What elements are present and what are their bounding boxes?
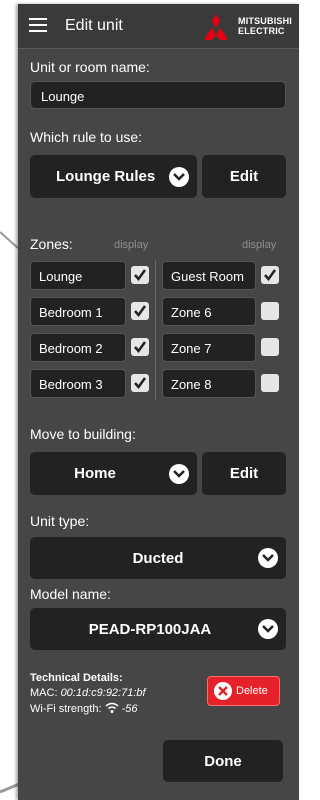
model-select[interactable]: PEAD-RP100JAA (30, 608, 286, 650)
zone-display-checkbox[interactable] (131, 266, 149, 284)
delete-button[interactable]: Delete (207, 676, 280, 706)
delete-label: Delete (236, 685, 268, 697)
done-button[interactable]: Done (163, 740, 283, 782)
top-bar: Edit unit MITSUBISHI ELECTRIC (18, 4, 299, 49)
zones-display-hint-left: display (114, 239, 149, 251)
building-label: Move to building: (30, 426, 136, 442)
page-title: Edit unit (65, 17, 123, 34)
checkmark-icon (134, 377, 147, 390)
chevron-down-icon (258, 619, 278, 639)
zone-display-checkbox[interactable] (261, 374, 279, 392)
wifi-value: -56 (121, 703, 138, 715)
checkmark-icon (264, 269, 277, 282)
building-select[interactable]: Home (30, 452, 197, 495)
zone-name-input[interactable]: Bedroom 3 (30, 369, 126, 398)
rule-edit-button[interactable]: Edit (202, 155, 286, 198)
mac-value: 00:1d:c9:92:71:bf (60, 687, 146, 699)
zone-name-input[interactable]: Zone 7 (162, 333, 256, 362)
zones-divider (155, 260, 156, 400)
wifi-label: Wi-Fi strength: (30, 703, 102, 715)
chevron-down-icon (169, 167, 189, 187)
zone-name-input[interactable]: Zone 6 (162, 297, 256, 326)
zone-display-checkbox[interactable] (131, 374, 149, 392)
rule-label: Which rule to use: (30, 129, 143, 145)
building-selected: Home (74, 465, 116, 482)
zone-display-checkbox[interactable] (261, 302, 279, 320)
mac-label: MAC: (30, 687, 58, 699)
zone-display-checkbox[interactable] (261, 266, 279, 284)
model-selected: PEAD-RP100JAA (88, 621, 212, 638)
wifi-icon (105, 702, 119, 713)
chevron-down-icon (258, 548, 278, 568)
zones-label: Zones: (30, 236, 73, 252)
zone-name-input[interactable]: Guest Room (162, 261, 256, 290)
technical-heading: Technical Details: (30, 672, 123, 684)
menu-icon[interactable] (29, 18, 47, 33)
zone-display-checkbox[interactable] (131, 338, 149, 356)
mitsubishi-logo: MITSUBISHI ELECTRIC (199, 13, 293, 41)
zone-display-checkbox[interactable] (261, 338, 279, 356)
unit-type-select[interactable]: Ducted (30, 537, 286, 579)
building-edit-button[interactable]: Edit (202, 452, 286, 495)
checkmark-icon (134, 269, 147, 282)
rule-selected: Lounge Rules (56, 168, 156, 185)
model-label: Model name: (30, 586, 111, 602)
close-icon (214, 682, 232, 700)
unit-name-input[interactable]: Lounge (30, 81, 286, 109)
brand-line-2: ELECTRIC (238, 26, 285, 36)
chevron-down-icon (169, 464, 189, 484)
zone-name-input[interactable]: Bedroom 2 (30, 333, 126, 362)
unit-name-label: Unit or room name: (30, 59, 150, 75)
wifi-row: Wi-Fi strength: -56 (30, 702, 138, 715)
zone-display-checkbox[interactable] (131, 302, 149, 320)
zone-name-input[interactable]: Lounge (30, 261, 126, 290)
checkmark-icon (134, 341, 147, 354)
edit-unit-panel: Edit unit MITSUBISHI ELECTRIC Unit or ro… (18, 4, 299, 800)
zone-name-input[interactable]: Bedroom 1 (30, 297, 126, 326)
checkmark-icon (134, 305, 147, 318)
zone-name-input[interactable]: Zone 8 (162, 369, 256, 398)
rule-select[interactable]: Lounge Rules (30, 155, 197, 198)
unit-type-label: Unit type: (30, 513, 90, 529)
unit-type-selected: Ducted (132, 550, 184, 567)
brand-line-1: MITSUBISHI (238, 16, 293, 26)
zones-display-hint-right: display (242, 239, 277, 251)
mac-row: MAC: 00:1d:c9:92:71:bf (30, 687, 146, 699)
diamonds-logo-icon (204, 14, 228, 40)
